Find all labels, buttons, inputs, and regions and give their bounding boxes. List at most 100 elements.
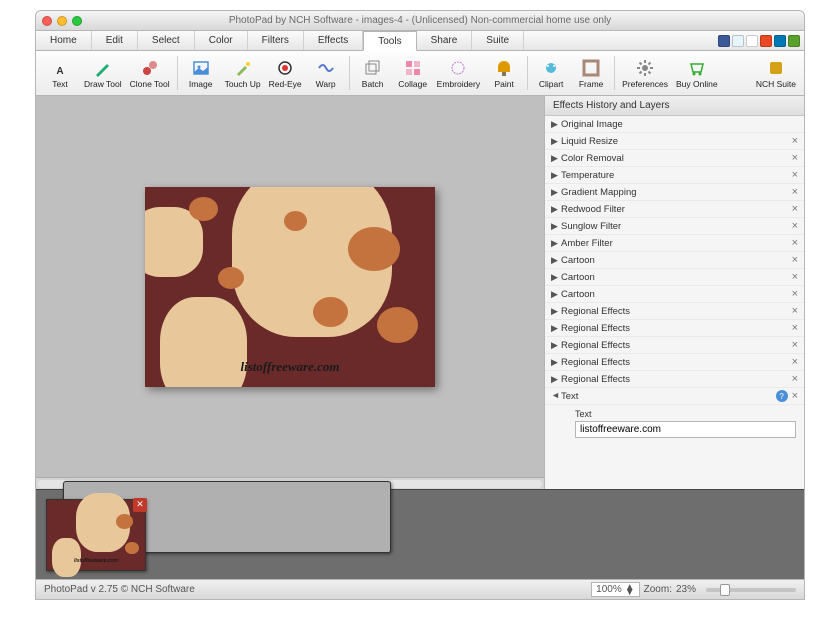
layer-row[interactable]: ▶Sunglow Filter?× [545, 218, 804, 235]
disclosure-arrow-icon[interactable]: ▶ [551, 374, 561, 385]
layer-row[interactable]: ▶Regional Effects?× [545, 320, 804, 337]
draw-button[interactable]: Draw Tool [80, 53, 126, 93]
menu-color[interactable]: Color [195, 31, 248, 50]
layer-delete-button[interactable]: × [792, 339, 798, 351]
layer-delete-button[interactable]: × [792, 254, 798, 266]
disclosure-arrow-icon[interactable]: ▶ [551, 272, 561, 283]
stumble-icon[interactable] [760, 35, 772, 47]
canvas-h-scrollbar[interactable] [36, 477, 544, 489]
layer-name: Amber Filter [561, 238, 792, 249]
zoom-window-button[interactable] [72, 16, 82, 26]
menu-edit[interactable]: Edit [92, 31, 138, 50]
disclosure-arrow-icon[interactable]: ▶ [551, 153, 561, 164]
menu-share[interactable]: Share [417, 31, 473, 50]
zoom-stepper[interactable]: ▲▼ [625, 585, 635, 595]
layer-delete-button[interactable]: × [792, 356, 798, 368]
facebook-icon[interactable] [718, 35, 730, 47]
layer-delete-button[interactable]: × [792, 288, 798, 300]
menu-suite[interactable]: Suite [472, 31, 524, 50]
collage-button[interactable]: Collage [393, 53, 433, 93]
menu-select[interactable]: Select [138, 31, 195, 50]
layer-row[interactable]: ▶Gradient Mapping?× [545, 184, 804, 201]
redeye-button[interactable]: Red-Eye [265, 53, 306, 93]
layer-delete-button[interactable]: × [792, 203, 798, 215]
menu-home[interactable]: Home [36, 31, 92, 50]
disclosure-arrow-icon[interactable]: ▶ [551, 204, 561, 215]
disclosure-arrow-icon[interactable]: ▶ [551, 323, 561, 334]
layer-row[interactable]: ▶Regional Effects?× [545, 354, 804, 371]
layer-delete-button[interactable]: × [792, 305, 798, 317]
layer-row[interactable]: ▶Color Removal?× [545, 150, 804, 167]
linkedin-icon[interactable] [774, 35, 786, 47]
google-icon[interactable] [746, 35, 758, 47]
layer-row[interactable]: ▶Original Image? [545, 116, 804, 133]
text-button[interactable]: AText [40, 53, 80, 93]
layer-delete-button[interactable]: × [792, 220, 798, 232]
layer-row[interactable]: ▶Cartoon?× [545, 269, 804, 286]
text-input[interactable] [575, 421, 796, 438]
layer-delete-button[interactable]: × [792, 322, 798, 334]
close-window-button[interactable] [42, 16, 52, 26]
disclosure-arrow-icon[interactable]: ▶ [551, 289, 561, 300]
disclosure-arrow-icon[interactable]: ▶ [551, 221, 561, 232]
layer-row[interactable]: ▶Regional Effects?× [545, 337, 804, 354]
zoom-slider[interactable] [706, 588, 796, 592]
frame-button[interactable]: Frame [571, 53, 611, 93]
warp-icon [316, 58, 336, 78]
share-icon[interactable] [788, 35, 800, 47]
nch-suite-button[interactable]: NCH Suite [752, 53, 800, 93]
layer-row[interactable]: ▶Amber Filter?× [545, 235, 804, 252]
twitter-icon[interactable] [732, 35, 744, 47]
disclosure-arrow-icon[interactable]: ▶ [551, 255, 561, 266]
layer-row[interactable]: ▶Regional Effects?× [545, 371, 804, 388]
buy-icon [687, 58, 707, 78]
layer-delete-button[interactable]: × [792, 237, 798, 249]
batch-button[interactable]: Batch [353, 53, 393, 93]
layer-row[interactable]: ▶Redwood Filter?× [545, 201, 804, 218]
clone-button[interactable]: Clone Tool [126, 53, 174, 93]
paint-button[interactable]: Paint [484, 53, 524, 93]
layer-delete-button[interactable]: × [792, 373, 798, 385]
disclosure-arrow-icon[interactable]: ▶ [551, 187, 561, 198]
prefs-button[interactable]: Preferences [618, 53, 672, 93]
layer-row[interactable]: ▶Cartoon?× [545, 286, 804, 303]
info-icon[interactable]: ? [776, 390, 788, 402]
layer-row[interactable]: ▶Temperature?× [545, 167, 804, 184]
zoom-percent-field[interactable]: 100% ▲▼ [591, 582, 639, 597]
layer-delete-button[interactable]: × [792, 186, 798, 198]
layer-delete-button[interactable]: × [792, 390, 798, 402]
layer-row[interactable]: ▶Cartoon?× [545, 252, 804, 269]
menu-filters[interactable]: Filters [248, 31, 304, 50]
embroidery-button[interactable]: Embroidery [433, 53, 484, 93]
image-button[interactable]: Image [181, 53, 221, 93]
clipart-button[interactable]: Clipart [531, 53, 571, 93]
layer-row[interactable]: ▼Text?× [545, 388, 804, 405]
layer-delete-button[interactable]: × [792, 169, 798, 181]
layer-delete-button[interactable]: × [792, 135, 798, 147]
touchup-button[interactable]: Touch Up [221, 53, 265, 93]
disclosure-arrow-icon[interactable]: ▼ [551, 391, 561, 401]
layer-row[interactable]: ▶Liquid Resize?× [545, 133, 804, 150]
thumbnail-item[interactable]: listoffreeware.com ✕ [46, 499, 146, 571]
layer-name: Redwood Filter [561, 204, 792, 215]
layer-name: Regional Effects [561, 374, 792, 385]
disclosure-arrow-icon[interactable]: ▶ [551, 357, 561, 368]
menu-tools[interactable]: Tools [363, 31, 416, 51]
menu-effects[interactable]: Effects [304, 31, 363, 50]
layer-row[interactable]: ▶Regional Effects?× [545, 303, 804, 320]
canvas-viewport[interactable]: listoffreeware.com [36, 96, 544, 477]
warp-button[interactable]: Warp [306, 53, 346, 93]
disclosure-arrow-icon[interactable]: ▶ [551, 170, 561, 181]
layer-delete-button[interactable]: × [792, 152, 798, 164]
layer-delete-button[interactable]: × [792, 271, 798, 283]
layer-name: Liquid Resize [561, 136, 792, 147]
zoom-slider-knob[interactable] [720, 584, 730, 596]
disclosure-arrow-icon[interactable]: ▶ [551, 136, 561, 147]
disclosure-arrow-icon[interactable]: ▶ [551, 306, 561, 317]
buy-button[interactable]: Buy Online [672, 53, 722, 93]
disclosure-arrow-icon[interactable]: ▶ [551, 119, 561, 130]
minimize-window-button[interactable] [57, 16, 67, 26]
disclosure-arrow-icon[interactable]: ▶ [551, 340, 561, 351]
disclosure-arrow-icon[interactable]: ▶ [551, 238, 561, 249]
thumbnail-close-button[interactable]: ✕ [133, 498, 147, 512]
